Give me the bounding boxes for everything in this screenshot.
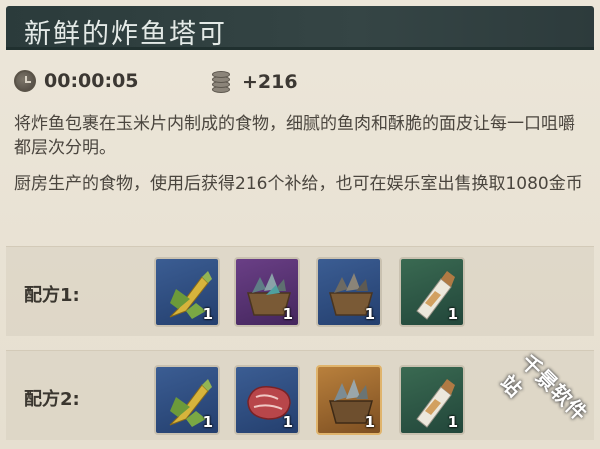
ingredient-qty: 1 xyxy=(282,413,293,431)
recipe-label: 配方2: xyxy=(24,389,80,410)
title-bar: 新鲜的炸鱼塔可 xyxy=(6,6,594,50)
supply-reward: +216 xyxy=(208,70,298,94)
ingredient-qty: 1 xyxy=(282,305,293,323)
item-description: 将炸鱼包裹在玉米片内制成的食物，细腻的鱼肉和酥脆的面皮让每一口咀嚼都层次分明。 … xyxy=(14,112,586,208)
ingredient-slot[interactable]: 1 xyxy=(154,257,220,327)
item-title: 新鲜的炸鱼塔可 xyxy=(24,19,227,50)
ingredient-slot[interactable]: 1 xyxy=(234,257,300,327)
production-time: 00:00:05 xyxy=(14,70,139,92)
ingredient-slot[interactable]: 1 xyxy=(154,365,220,435)
ingredient-slot[interactable]: 1 xyxy=(316,365,382,435)
ingredient-slot[interactable]: 1 xyxy=(234,365,300,435)
ingredient-slot[interactable]: 1 xyxy=(316,257,382,327)
ingredient-qty: 1 xyxy=(447,305,458,323)
item-stats: 00:00:05 +216 xyxy=(14,70,414,100)
clock-icon xyxy=(14,70,36,92)
item-detail-panel: 新鲜的炸鱼塔可 00:00:05 +216 将炸鱼包裹在玉米片内制成的食物，细腻… xyxy=(0,0,600,449)
recipe-label: 配方1: xyxy=(24,285,80,306)
ingredient-qty: 1 xyxy=(202,305,213,323)
ingredient-qty: 1 xyxy=(364,305,375,323)
production-time-value: 00:00:05 xyxy=(44,70,139,92)
description-usage: 厨房生产的食物，使用后获得216个补给，也可在娱乐室出售换取1080金币 xyxy=(14,174,583,194)
description-flavor: 将炸鱼包裹在玉米片内制成的食物，细腻的鱼肉和酥脆的面皮让每一口咀嚼都层次分明。 xyxy=(14,114,575,158)
ingredient-qty: 1 xyxy=(447,413,458,431)
supply-reward-value: +216 xyxy=(242,71,298,93)
ingredient-slot[interactable]: 1 xyxy=(399,257,465,327)
ingredient-slot[interactable]: 1 xyxy=(399,365,465,435)
coins-icon xyxy=(208,70,234,94)
ingredient-qty: 1 xyxy=(202,413,213,431)
ingredient-qty: 1 xyxy=(364,413,375,431)
recipe-row-1: 配方1: 1 1 1 1 xyxy=(6,246,594,336)
